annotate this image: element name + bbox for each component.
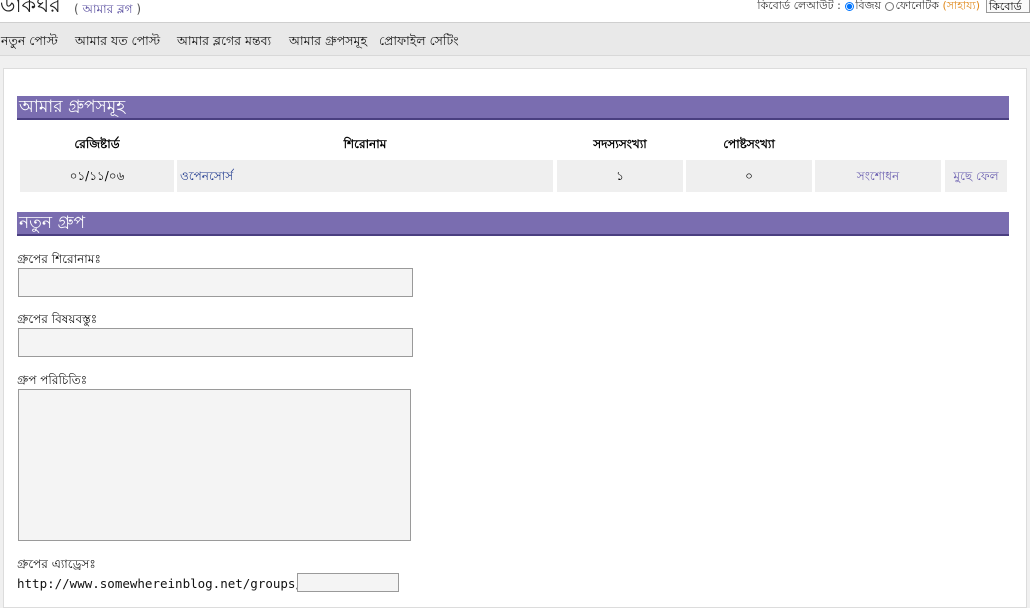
- cell-edit: সংশোধন: [815, 160, 941, 192]
- keyboard-layout-selector: কিবোর্ড লেআউট : বিজয় ফোনেটিক (সাহায্য): [757, 0, 980, 16]
- phonetic-radio[interactable]: [885, 1, 895, 11]
- group-title-input[interactable]: [18, 268, 413, 297]
- paren-open: (: [74, 2, 83, 16]
- paren-close: ): [132, 2, 142, 16]
- nav-new-post[interactable]: নতুন পোস্ট: [1, 33, 58, 53]
- top-bar: ডাকঘর ( আমার ব্লগ ) কিবোর্ড লেআউট : বিজয…: [0, 0, 1030, 23]
- col-posts: পোষ্টসংখ্যা: [723, 137, 775, 151]
- cell-posts: ০: [686, 160, 812, 192]
- group-address-prefix: http://www.somewhereinblog.net/groups/: [17, 576, 303, 591]
- col-members: সদস্যসংখ্যা: [593, 137, 647, 151]
- bijoy-label: বিজয়: [855, 0, 881, 12]
- group-address-input[interactable]: [297, 573, 399, 592]
- group-title-link[interactable]: ওপেনসোর্স: [180, 169, 233, 183]
- cell-title: ওপেনসোর্স: [177, 160, 553, 192]
- delete-group-link[interactable]: মুছে ফেল: [953, 169, 998, 183]
- phonetic-label: ফোনেটিক: [895, 0, 939, 12]
- my-groups-header: আমার গ্রুপসমূহ: [17, 96, 1009, 120]
- group-intro-textarea[interactable]: [18, 389, 411, 541]
- group-subject-input[interactable]: [18, 328, 413, 357]
- nav-profile-settings[interactable]: প্রোফাইল সেটিং: [379, 33, 459, 53]
- help-link[interactable]: (সাহায্য): [942, 0, 980, 12]
- col-title: শিরোনাম: [343, 137, 387, 151]
- my-blog-link[interactable]: আমার ব্লগ: [83, 2, 133, 16]
- cell-delete: মুছে ফেল: [945, 160, 1007, 192]
- my-blog-link-wrap: ( আমার ব্লগ ): [74, 1, 141, 21]
- keyboard-layout-label: কিবোর্ড লেআউট :: [757, 0, 841, 12]
- edit-group-link[interactable]: সংশোধন: [857, 169, 899, 183]
- main-nav: নতুন পোস্ট আমার যত পোস্ট আমার ব্লগের মন্…: [0, 23, 1030, 56]
- site-logo[interactable]: ডাকঘর: [0, 0, 61, 16]
- cell-members: ১: [557, 160, 683, 192]
- nav-my-groups[interactable]: আমার গ্রুপসমূহ: [289, 33, 367, 53]
- group-address-label: গ্রুপের এ্যাড্রেসঃ: [17, 557, 96, 571]
- keyboard-button[interactable]: কিবোর্ড: [986, 0, 1030, 13]
- bijoy-radio[interactable]: [845, 1, 855, 11]
- new-group-header: নতুন গ্রুপ: [17, 212, 1009, 236]
- cell-registered: ০১/১১/০৬: [20, 160, 174, 192]
- col-registered: রেজিষ্টার্ড: [74, 137, 120, 151]
- nav-blog-comments[interactable]: আমার ব্লগের মন্তব্য: [177, 33, 271, 53]
- nav-my-posts[interactable]: আমার যত পোস্ট: [75, 33, 160, 53]
